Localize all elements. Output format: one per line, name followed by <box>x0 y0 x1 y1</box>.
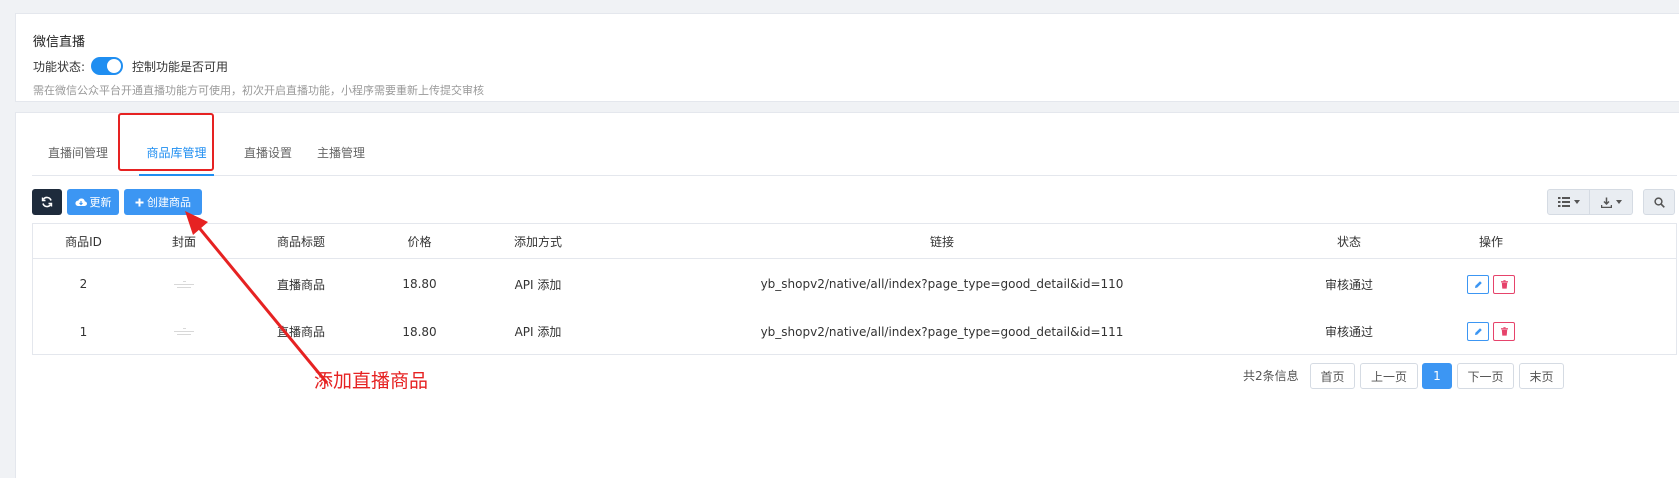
status-label: 功能状态: <box>33 59 86 74</box>
header-price: 价格 <box>407 234 432 249</box>
status-row: 功能状态: 控制功能是否可用 <box>33 55 228 77</box>
create-product-button[interactable]: 创建商品 <box>124 189 202 215</box>
columns-dropdown-button[interactable] <box>1547 189 1590 215</box>
tab-live-room-management[interactable]: 直播间管理 <box>47 131 109 176</box>
pencil-icon <box>1474 328 1482 335</box>
search-icon <box>1653 196 1665 208</box>
product-link: yb_shopv2/native/all/index?page_type=goo… <box>760 277 1124 291</box>
cloud-download-icon <box>74 198 87 207</box>
chevron-down-icon <box>1573 200 1580 204</box>
product-title: 直播商品 <box>276 325 325 339</box>
status-description: 控制功能是否可用 <box>132 59 229 74</box>
tab-highlight-box <box>118 113 214 171</box>
live-settings-panel: 微信直播 功能状态: 控制功能是否可用 需在微信公众平台开通直播功能方可使用，初… <box>15 13 1679 102</box>
tab-bar: 直播间管理 商品库管理 直播设置 主播管理 <box>32 131 1677 176</box>
product-add-method: API 添加 <box>514 325 562 339</box>
image-placeholder-icon <box>171 276 197 292</box>
pagination-prev-button[interactable]: 上一页 <box>1360 363 1418 389</box>
header-product-title: 商品标题 <box>276 234 325 249</box>
delete-button[interactable] <box>1493 274 1515 294</box>
header-actions: 操作 <box>1478 234 1503 249</box>
product-add-method: API 添加 <box>514 277 562 292</box>
table-row: 1 直播商品 18.80 API 添加 yb_shopv2/native/all… <box>33 308 1676 355</box>
header-cover: 封面 <box>171 234 196 249</box>
pagination-total: 共2条信息 <box>1243 369 1299 383</box>
toggle-knob <box>107 59 122 73</box>
pagination-next-button[interactable]: 下一页 <box>1457 363 1514 389</box>
update-button[interactable]: 更新 <box>67 189 119 215</box>
header-add-method: 添加方式 <box>513 234 562 249</box>
edit-button[interactable] <box>1467 322 1489 341</box>
update-label: 更新 <box>89 196 112 209</box>
tab-host-management[interactable]: 主播管理 <box>316 131 366 176</box>
header-link: 链接 <box>929 234 954 249</box>
image-placeholder-icon <box>171 324 197 340</box>
product-title: 直播商品 <box>276 277 325 292</box>
edit-button[interactable] <box>1467 274 1489 294</box>
refresh-icon <box>41 196 53 208</box>
download-icon <box>1600 197 1612 208</box>
refresh-button[interactable] <box>32 189 62 215</box>
header-product-id: 商品ID <box>65 234 102 249</box>
product-link: yb_shopv2/native/all/index?page_type=goo… <box>760 324 1124 339</box>
header-status: 状态 <box>1336 234 1361 249</box>
product-price: 18.80 <box>402 324 437 339</box>
plus-icon <box>135 198 144 206</box>
trash-icon <box>1500 279 1508 289</box>
product-library-panel: 直播间管理 商品库管理 直播设置 主播管理 更新 创建商品 商品ID 封面 商品… <box>15 112 1679 478</box>
panel-title: 微信直播 <box>33 35 86 50</box>
delete-button[interactable] <box>1493 322 1515 341</box>
annotation-label: 添加直播商品 <box>314 370 429 392</box>
pagination-current-page[interactable]: 1 <box>1422 363 1452 389</box>
table-row: 2 直播商品 18.80 API 添加 yb_shopv2/native/all… <box>33 260 1676 308</box>
list-icon <box>1557 197 1570 207</box>
export-dropdown-button[interactable] <box>1590 189 1633 215</box>
row-actions <box>1419 308 1563 355</box>
product-status: 审核通过 <box>1324 277 1373 292</box>
search-button[interactable] <box>1643 189 1675 215</box>
product-price: 18.80 <box>402 277 437 291</box>
pencil-icon <box>1474 280 1482 288</box>
product-id: 2 <box>79 277 88 291</box>
pagination-first-button[interactable]: 首页 <box>1310 363 1355 389</box>
row-actions <box>1419 260 1563 308</box>
tab-live-settings[interactable]: 直播设置 <box>243 131 293 176</box>
create-product-label: 创建商品 <box>147 196 191 209</box>
feature-toggle[interactable] <box>91 57 124 75</box>
setup-note: 需在微信公众平台开通直播功能方可使用，初次开启直播功能，小程序需要重新上传提交审… <box>33 84 484 97</box>
product-cover <box>134 260 234 308</box>
trash-icon <box>1500 327 1508 336</box>
table-header-row: 商品ID 封面 商品标题 价格 添加方式 链接 状态 操作 <box>33 224 1676 259</box>
product-id: 1 <box>79 324 88 339</box>
chevron-down-icon <box>1615 200 1622 204</box>
product-cover <box>134 308 234 355</box>
product-status: 审核通过 <box>1324 325 1373 339</box>
pagination-last-button[interactable]: 末页 <box>1519 363 1564 389</box>
product-table: 商品ID 封面 商品标题 价格 添加方式 链接 状态 操作 2 直播商品 18.… <box>32 223 1677 355</box>
